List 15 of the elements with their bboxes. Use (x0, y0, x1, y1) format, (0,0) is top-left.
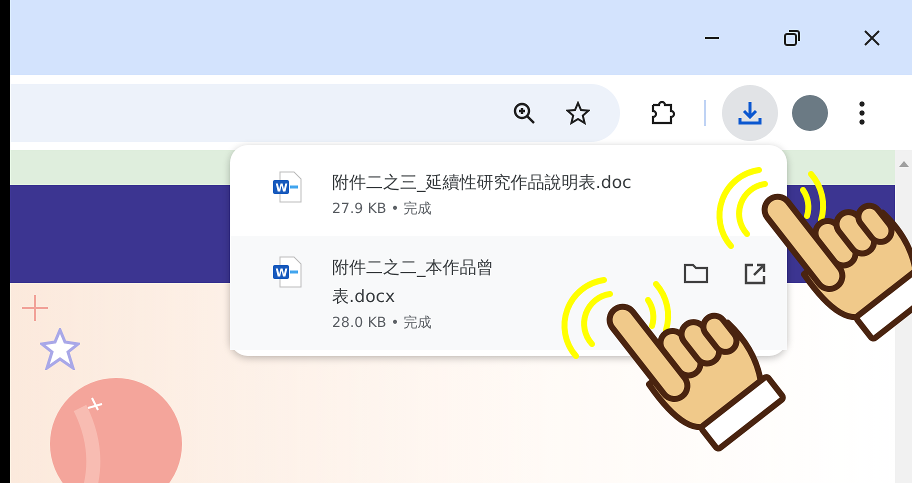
menu-icon[interactable] (858, 100, 866, 126)
file-name[interactable]: 附件二之三_延續性研究作品說明表.doc (332, 171, 767, 194)
star-icon[interactable] (566, 100, 590, 124)
plus-sparkle-icon (20, 293, 50, 323)
file-status: 27.9 KB • 完成 (332, 200, 433, 218)
file-name[interactable]: 附件二之二_本作品曾 (332, 256, 653, 279)
zoom-icon[interactable] (512, 100, 536, 124)
download-item[interactable]: W 附件二之二_本作品曾 表.docx 28.0 KB • 完成 (230, 236, 787, 350)
star-outline-icon (40, 328, 80, 370)
folder-icon[interactable] (683, 262, 709, 284)
open-external-icon[interactable] (743, 262, 767, 286)
file-status: 28.0 KB • 完成 (332, 314, 433, 332)
file-name[interactable]: 表.docx (332, 285, 653, 308)
puzzle-icon[interactable] (650, 100, 676, 126)
avatar-icon[interactable] (792, 94, 828, 130)
